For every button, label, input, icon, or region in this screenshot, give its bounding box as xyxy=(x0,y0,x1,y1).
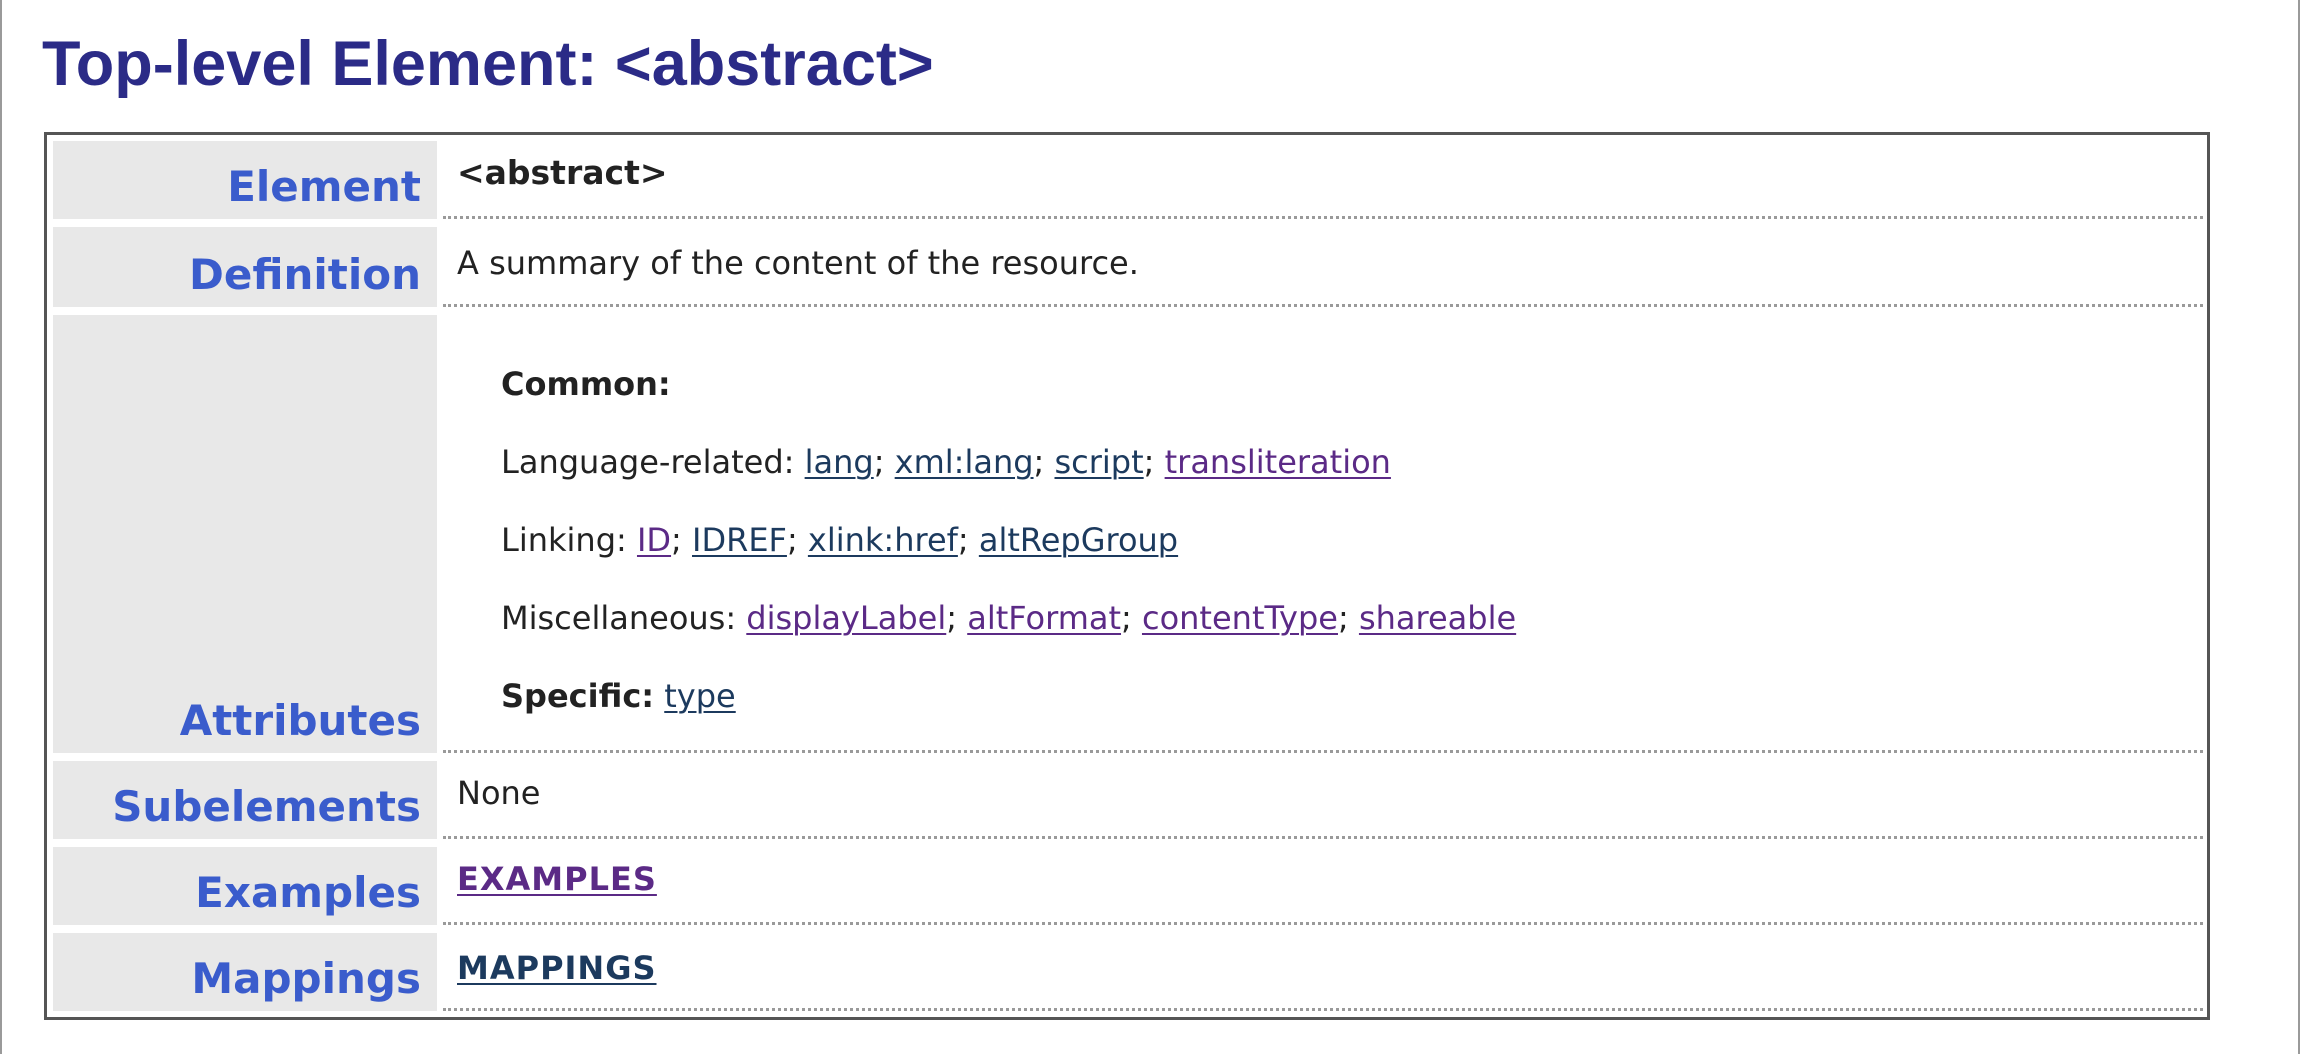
misc-prefix: Miscellaneous: xyxy=(501,599,747,637)
page: Top-level Element: <abstract> Element <a… xyxy=(0,0,2300,1054)
common-heading: Common: xyxy=(501,365,671,403)
link-xml-lang[interactable]: xml:lang xyxy=(895,443,1034,481)
link-contenttype[interactable]: contentType xyxy=(1142,599,1338,637)
row-label-element: Element xyxy=(53,141,437,219)
link-displaylabel[interactable]: displayLabel xyxy=(746,599,946,637)
examples-link[interactable]: EXAMPLES xyxy=(457,860,657,898)
row-value-definition: A summary of the content of the resource… xyxy=(443,227,2203,307)
link-script[interactable]: script xyxy=(1054,443,1143,481)
attr-line-linking: Linking: ID; IDREF; xlink:href; altRepGr… xyxy=(501,521,1179,559)
row-value-attributes: Common: Language-related: lang; xml:lang… xyxy=(443,315,2203,753)
linking-prefix: Linking: xyxy=(501,521,637,559)
row-label-attributes: Attributes xyxy=(53,315,437,753)
attributes-list: Common: Language-related: lang; xml:lang… xyxy=(457,315,1516,735)
row-value-element: <abstract> xyxy=(443,141,2203,219)
row-label-subelements: Subelements xyxy=(53,761,437,839)
mappings-link[interactable]: MAPPINGS xyxy=(457,949,657,987)
attr-line-misc: Miscellaneous: displayLabel; altFormat; … xyxy=(501,599,1517,637)
link-idref[interactable]: IDREF xyxy=(692,521,787,559)
row-attributes: Attributes Common: Language-related: lan… xyxy=(53,315,2207,753)
row-value-subelements: None xyxy=(443,761,2203,839)
row-label-examples: Examples xyxy=(53,847,437,925)
link-transliteration[interactable]: transliteration xyxy=(1165,443,1391,481)
row-mappings: Mappings MAPPINGS xyxy=(53,933,2207,1011)
link-xlink-href[interactable]: xlink:href xyxy=(808,521,958,559)
link-id[interactable]: ID xyxy=(637,521,671,559)
row-definition: Definition A summary of the content of t… xyxy=(53,227,2207,307)
link-type[interactable]: type xyxy=(664,677,735,715)
element-table: Element <abstract> Definition A summary … xyxy=(44,132,2210,1020)
row-subelements: Subelements None xyxy=(53,761,2207,839)
row-label-mappings: Mappings xyxy=(53,933,437,1011)
subelements-text: None xyxy=(457,773,541,812)
definition-text: A summary of the content of the resource… xyxy=(457,243,1139,282)
link-altrepgroup[interactable]: altRepGroup xyxy=(979,521,1178,559)
language-prefix: Language-related: xyxy=(501,443,805,481)
row-label-definition: Definition xyxy=(53,227,437,307)
link-shareable[interactable]: shareable xyxy=(1359,599,1516,637)
page-title: Top-level Element: <abstract> xyxy=(42,29,934,99)
row-examples: Examples EXAMPLES xyxy=(53,847,2207,925)
link-lang[interactable]: lang xyxy=(805,443,874,481)
row-value-examples: EXAMPLES xyxy=(443,847,2203,925)
element-name: <abstract> xyxy=(457,153,668,192)
specific-heading: Specific: xyxy=(501,677,655,715)
row-value-mappings: MAPPINGS xyxy=(443,933,2203,1011)
row-element: Element <abstract> xyxy=(53,141,2207,219)
attr-line-language: Language-related: lang; xml:lang; script… xyxy=(501,443,1391,481)
link-altformat[interactable]: altFormat xyxy=(967,599,1121,637)
attr-line-specific: Specific: type xyxy=(501,657,1516,735)
